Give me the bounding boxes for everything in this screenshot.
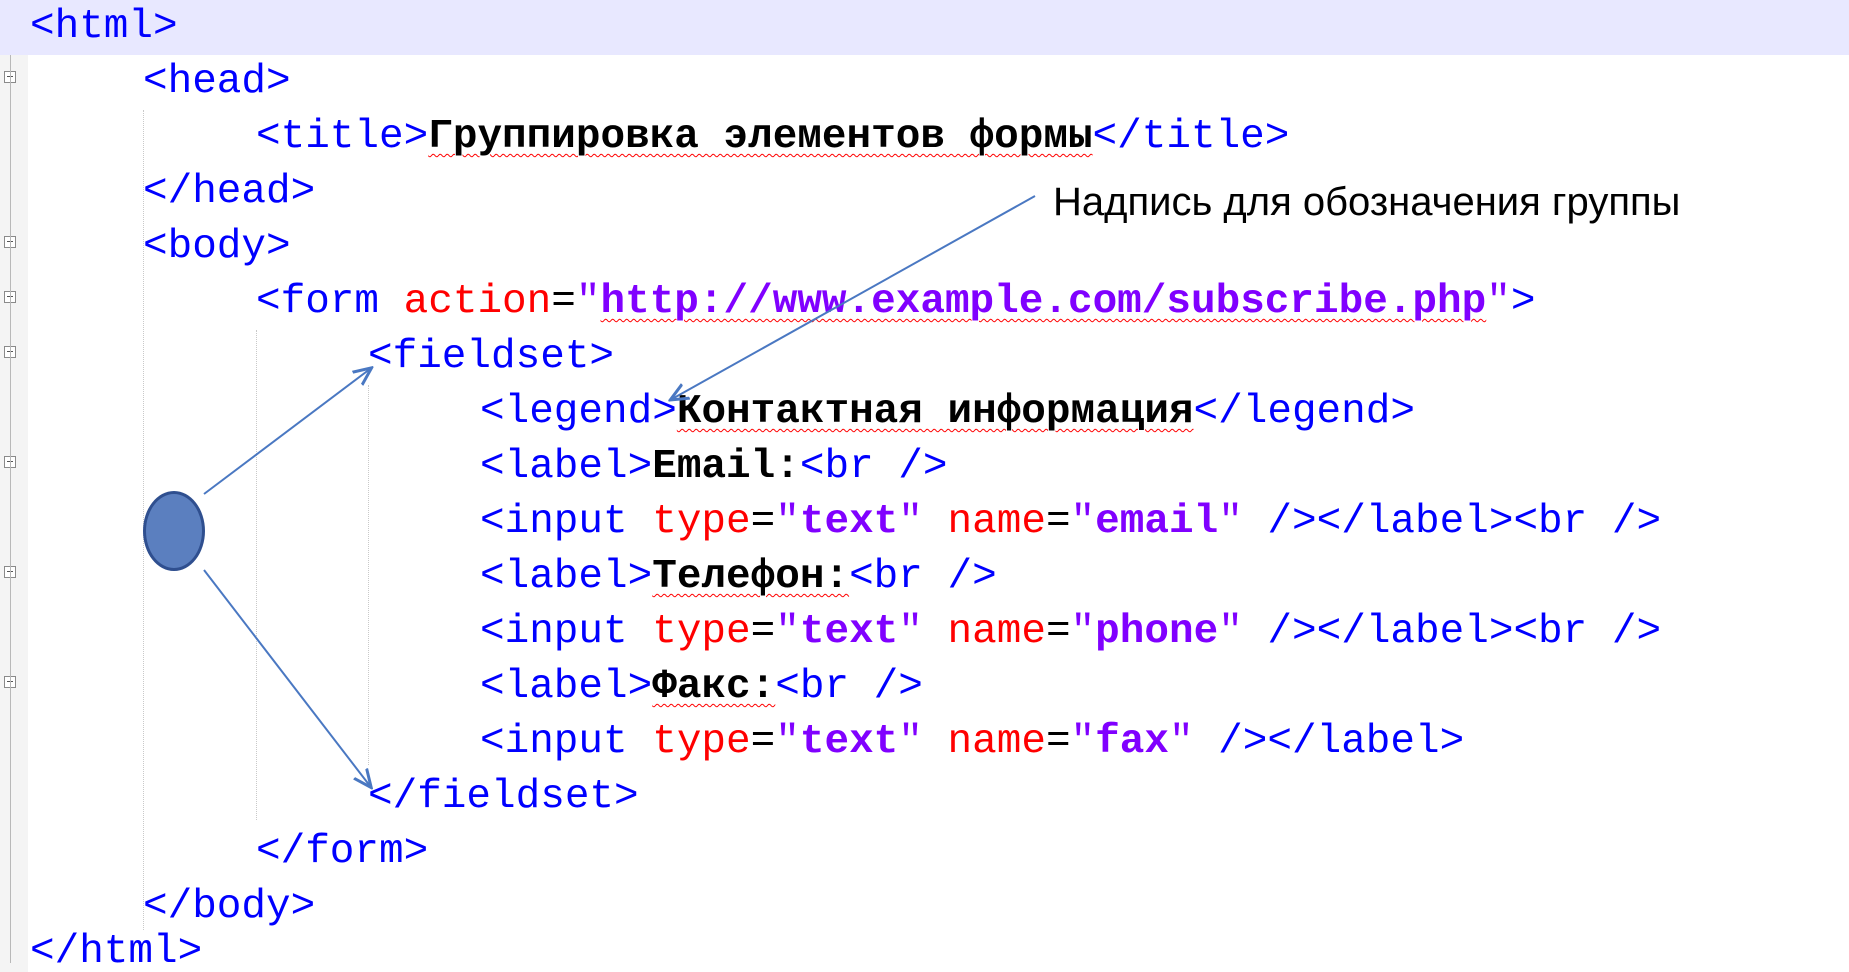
- form-action-value: http://www.example.com/subscribe.php: [600, 279, 1487, 325]
- code-token: =: [1045, 609, 1071, 655]
- code-token: <br />: [799, 444, 948, 490]
- title-text: Группировка элементов формы: [428, 114, 1093, 160]
- code-token: ": [1070, 499, 1096, 545]
- code-token: <label>: [480, 664, 653, 710]
- code-token: =: [750, 609, 776, 655]
- code-token: </title>: [1092, 114, 1290, 160]
- code-token: <br />: [775, 664, 923, 710]
- code-token: type: [627, 719, 751, 765]
- code-line[interactable]: <label>Телефон:<br />: [0, 550, 1849, 605]
- code-token: ": [1218, 499, 1243, 545]
- code-token: <form: [256, 279, 380, 325]
- code-line[interactable]: </html>: [0, 925, 1849, 972]
- code-token: name: [922, 719, 1046, 765]
- code-line[interactable]: <form action="http://www.example.com/sub…: [0, 275, 1849, 330]
- code-token: ": [1070, 719, 1096, 765]
- code-token: <fieldset>: [368, 334, 615, 380]
- legend-text: Контактная информация: [676, 389, 1194, 435]
- code-token: action: [379, 279, 552, 325]
- code-token: =: [1045, 719, 1071, 765]
- label-text: Email:: [652, 444, 800, 490]
- code-token: <head>: [143, 59, 291, 105]
- code-token: <input: [480, 609, 628, 655]
- code-token: ": [775, 719, 800, 765]
- code-token: /></label>: [1193, 719, 1465, 765]
- code-line[interactable]: <title>Группировка элементов формы</titl…: [0, 110, 1849, 165]
- code-token: ": [775, 609, 800, 655]
- code-line[interactable]: <input type="text" name="phone" /></labe…: [0, 605, 1849, 660]
- code-token: <label>: [480, 554, 653, 600]
- code-token: /></label><br />: [1242, 499, 1662, 545]
- code-token: ": [1218, 609, 1243, 655]
- code-token: text: [799, 499, 899, 545]
- code-token-group: <input type="text" name="fax" /></label>: [480, 715, 1464, 770]
- code-token: /></label><br />: [1242, 609, 1662, 655]
- code-line[interactable]: <head>: [0, 55, 1849, 110]
- code-token-group: <legend>Контактная информация</legend>: [480, 385, 1415, 440]
- label-text: Факс:: [652, 664, 776, 710]
- code-line[interactable]: </form>: [0, 825, 1849, 880]
- code-token: </form>: [256, 829, 429, 875]
- code-token: ": [898, 609, 923, 655]
- code-token: email: [1095, 499, 1219, 545]
- code-token: type: [627, 609, 751, 655]
- code-token: ": [898, 499, 923, 545]
- code-token: type: [627, 499, 751, 545]
- code-token: text: [799, 609, 899, 655]
- code-line[interactable]: <legend>Контактная информация</legend>: [0, 385, 1849, 440]
- code-token: <input: [480, 719, 628, 765]
- code-token: =: [750, 719, 776, 765]
- code-token-group: <label>Email:<br />: [480, 440, 947, 495]
- code-token: =: [750, 499, 776, 545]
- code-line[interactable]: <label>Email:<br />: [0, 440, 1849, 495]
- code-token: </head>: [143, 169, 316, 215]
- code-token: <html>: [30, 4, 178, 50]
- code-token: ": [1486, 279, 1511, 325]
- code-token: <legend>: [480, 389, 677, 435]
- annotation-circle: [143, 491, 205, 571]
- code-token: fax: [1095, 719, 1169, 765]
- code-token: ": [1168, 719, 1194, 765]
- code-token: <input: [480, 499, 628, 545]
- code-token: name: [922, 499, 1046, 545]
- label-text: Телефон:: [652, 554, 850, 600]
- code-token-group: <input type="text" name="phone" /></labe…: [480, 605, 1661, 660]
- code-token: phone: [1095, 609, 1219, 655]
- code-token: >: [1510, 279, 1536, 325]
- code-token-group: <form action="http://www.example.com/sub…: [256, 275, 1535, 330]
- code-token-group: <input type="text" name="email" /></labe…: [480, 495, 1661, 550]
- code-token: <body>: [143, 224, 291, 270]
- code-token: ": [1070, 609, 1096, 655]
- code-line[interactable]: <label>Факс:<br />: [0, 660, 1849, 715]
- code-token: <br />: [849, 554, 997, 600]
- code-token: name: [922, 609, 1046, 655]
- code-token: text: [799, 719, 899, 765]
- code-token: =: [1045, 499, 1071, 545]
- code-token: =: [551, 279, 576, 325]
- code-line[interactable]: <html>: [0, 0, 1849, 55]
- code-token: ": [575, 279, 601, 325]
- code-token: ": [898, 719, 923, 765]
- code-line[interactable]: <input type="text" name="fax" /></label>: [0, 715, 1849, 770]
- code-token: </legend>: [1193, 389, 1415, 435]
- code-token: </fieldset>: [368, 774, 639, 820]
- code-token-group: <label>Телефон:<br />: [480, 550, 997, 605]
- code-line[interactable]: </fieldset>: [0, 770, 1849, 825]
- code-editor[interactable]: <html> <head> <title>Группировка элемент…: [0, 0, 1849, 972]
- code-token-group: <title>Группировка элементов формы</titl…: [256, 110, 1289, 165]
- code-token: <title>: [256, 114, 429, 160]
- code-token: <label>: [480, 444, 653, 490]
- code-line[interactable]: <input type="text" name="email" /></labe…: [0, 495, 1849, 550]
- code-line[interactable]: <fieldset>: [0, 330, 1849, 385]
- code-token-group: <label>Факс:<br />: [480, 660, 923, 715]
- annotation-label: Надпись для обозначения группы: [1053, 180, 1681, 224]
- code-token: </html>: [30, 929, 203, 972]
- code-token: ": [775, 499, 800, 545]
